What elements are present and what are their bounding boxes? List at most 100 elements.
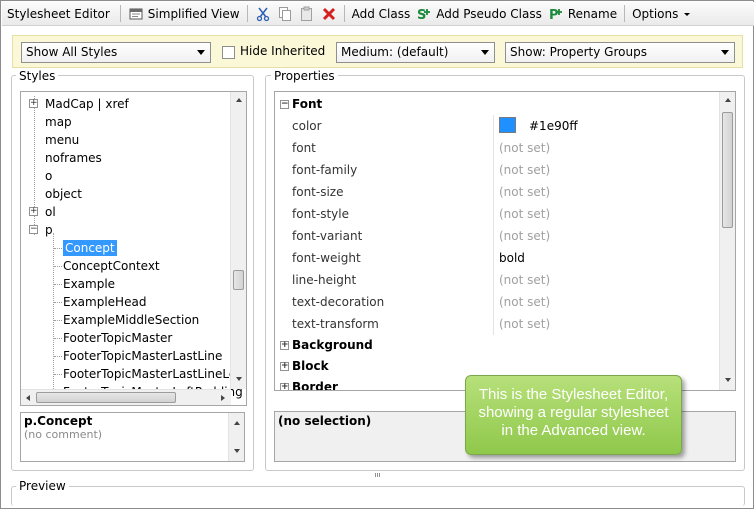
tree-item-selected[interactable]: Concept <box>63 239 117 257</box>
property-value[interactable]: (not set) <box>499 269 550 291</box>
copy-button[interactable] <box>274 3 296 25</box>
color-swatch[interactable] <box>499 117 516 133</box>
property-value[interactable]: (not set) <box>499 137 550 159</box>
property-value[interactable]: bold <box>499 247 525 269</box>
toolbar-separator <box>624 5 626 22</box>
property-row[interactable]: font-weight bold <box>275 247 717 269</box>
property-value-text: (not set) <box>499 141 551 155</box>
expand-icon[interactable]: + <box>280 383 289 390</box>
expand-icon[interactable]: + <box>280 341 289 350</box>
tree-item-label: ol <box>45 205 56 219</box>
hide-inherited-checkbox[interactable] <box>222 46 235 59</box>
options-menu-button[interactable]: Options <box>629 3 695 25</box>
tree-item-label: FooterTopicMasterLastLine <box>63 349 223 363</box>
delete-button[interactable] <box>318 3 340 25</box>
tree-branch-tick <box>54 302 62 303</box>
tree-item-label: ExampleHead <box>63 295 147 309</box>
tree-item-label: Concept <box>63 240 117 256</box>
property-row[interactable]: font-size (not set) <box>275 181 717 203</box>
tree-item[interactable]: FooterTopicMasterLastLineLeft <box>63 365 245 383</box>
collapse-icon[interactable]: − <box>29 225 38 234</box>
add-class-button[interactable]: Add Class <box>349 3 414 25</box>
styles-tree[interactable]: MadCap | xref + map menu noframes o object ol + p… <box>20 91 247 406</box>
chevron-down-icon <box>721 50 729 55</box>
tree-item-label: noframes <box>45 151 102 165</box>
property-group-row[interactable]: + Background <box>275 335 717 356</box>
property-value[interactable]: (not set) <box>499 159 550 181</box>
tree-item-label: ExampleMiddleSection <box>63 313 200 327</box>
property-row[interactable]: line-height (not set) <box>275 269 717 291</box>
property-value[interactable]: (not set) <box>499 313 550 335</box>
styles-tree-hscroll-thumb[interactable] <box>36 392 176 403</box>
tree-item[interactable]: ExampleHead <box>63 293 146 311</box>
property-name: text-transform <box>292 317 379 331</box>
styles-tree-vscroll-thumb[interactable] <box>233 270 244 290</box>
property-info-title: (no selection) <box>278 414 372 428</box>
tree-item[interactable]: FooterTopicMaster <box>63 329 172 347</box>
cut-button[interactable] <box>252 3 274 25</box>
toolbar-separator <box>246 5 248 22</box>
show-dropdown[interactable]: Show: Property Groups <box>505 42 735 63</box>
tree-item[interactable]: noframes <box>45 149 102 167</box>
expand-icon[interactable]: + <box>29 207 38 216</box>
paste-button[interactable] <box>296 3 318 25</box>
simplified-view-button[interactable]: Simplified View <box>125 3 243 25</box>
tree-item[interactable]: map <box>45 113 72 131</box>
property-name: line-height <box>292 273 357 287</box>
copy-icon <box>278 6 291 21</box>
collapse-icon[interactable]: − <box>280 100 289 109</box>
property-name: text-decoration <box>292 295 385 309</box>
rename-icon: P <box>549 8 562 22</box>
font-group-label: Font <box>292 97 323 111</box>
expand-icon[interactable]: + <box>280 362 289 371</box>
tree-item[interactable]: ol <box>45 203 56 221</box>
properties-vscrollbar[interactable] <box>719 92 735 390</box>
stylesheet-editor-window: Stylesheet Editor Simplified View Add Cl… <box>0 0 754 509</box>
rename-button[interactable]: P Rename <box>545 3 620 25</box>
medium-value: Medium: (default) <box>341 45 449 59</box>
tree-branch-tick <box>54 374 62 375</box>
property-value[interactable]: (not set) <box>499 181 550 203</box>
styles-tree-vscrollbar[interactable] <box>230 92 246 389</box>
style-filter-dropdown[interactable]: Show All Styles <box>21 42 211 63</box>
expand-icon[interactable]: + <box>29 99 38 108</box>
property-row[interactable]: text-decoration (not set) <box>275 291 717 313</box>
scroll-right-icon <box>221 395 225 401</box>
property-row[interactable]: color #1e90ff <box>275 115 717 137</box>
tree-item[interactable]: object <box>45 185 82 203</box>
style-info-vscrollbar[interactable] <box>228 413 244 461</box>
tree-item[interactable]: ConceptContext <box>63 257 160 275</box>
property-row[interactable]: font (not set) <box>275 137 717 159</box>
tree-item[interactable]: o <box>45 167 52 185</box>
properties-grid[interactable]: − Font color #1e90ff font (not set) font-fam… <box>274 91 736 391</box>
tree-item[interactable]: Example <box>63 275 115 293</box>
tree-item[interactable]: ExampleMiddleSection <box>63 311 199 329</box>
tree-item[interactable]: p <box>45 221 53 239</box>
styles-tree-hscrollbar[interactable] <box>21 389 231 405</box>
chevron-down-icon <box>197 50 205 55</box>
tree-item[interactable]: FooterTopicMasterLastLine <box>63 347 222 365</box>
hide-inherited-label: Hide Inherited <box>240 44 326 58</box>
property-value-text: (not set) <box>499 163 551 177</box>
add-pseudo-class-button[interactable]: S Add Pseudo Class <box>413 3 545 25</box>
property-group-row[interactable]: + Block <box>275 356 717 377</box>
property-row[interactable]: font-style (not set) <box>275 203 717 225</box>
property-value[interactable]: (not set) <box>499 203 550 225</box>
tree-item[interactable]: menu <box>45 131 79 149</box>
tree-branch-tick <box>54 356 62 357</box>
tree-item[interactable]: MadCap | xref <box>45 95 129 113</box>
style-filter-value: Show All Styles <box>26 45 118 59</box>
property-row[interactable]: font-variant (not set) <box>275 225 717 247</box>
medium-dropdown[interactable]: Medium: (default) <box>336 42 495 63</box>
font-group-row[interactable]: − Font <box>275 94 717 115</box>
splitter-grip[interactable] <box>375 473 381 478</box>
property-value[interactable]: #1e90ff <box>499 115 578 137</box>
scroll-up-icon <box>234 421 240 425</box>
property-row[interactable]: font-family (not set) <box>275 159 717 181</box>
property-value[interactable]: (not set) <box>499 225 550 247</box>
tree-item-label: menu <box>45 133 80 147</box>
property-row[interactable]: text-transform (not set) <box>275 313 717 335</box>
property-value[interactable]: (not set) <box>499 291 550 313</box>
properties-vscroll-thumb[interactable] <box>722 112 733 228</box>
property-value-text: (not set) <box>499 295 551 309</box>
